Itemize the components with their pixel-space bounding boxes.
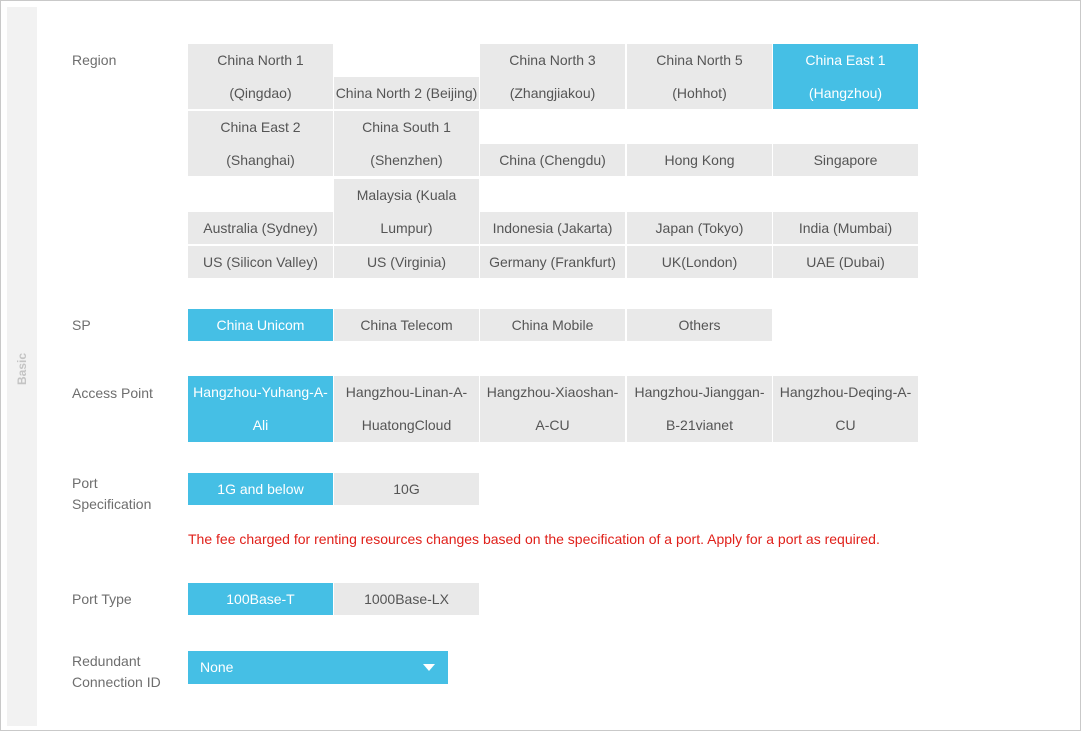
region-option[interactable]: Germany (Frankfurt)	[480, 246, 625, 278]
region-option[interactable]: Hong Kong	[627, 144, 772, 176]
region-option[interactable]: Japan (Tokyo)	[627, 212, 772, 244]
redundant-connection-value: None	[200, 659, 234, 675]
region-option-label: Indonesia (Jakarta)	[492, 219, 613, 236]
region-option-label: UAE (Dubai)	[806, 253, 885, 270]
region-option-label: UK(London)	[661, 253, 738, 270]
region-option[interactable]: China South 1 (Shenzhen)	[334, 111, 479, 176]
access-point-option-label: Hangzhou-Yuhang-A-	[193, 384, 328, 400]
region-option[interactable]: China North 5 (Hohhot)	[627, 44, 772, 109]
region-option-label: India (Mumbai)	[798, 219, 893, 236]
region-option[interactable]: China North 1 (Qingdao)	[188, 44, 333, 109]
access-point-option[interactable]: Hangzhou-Xiaoshan- A-CU	[480, 376, 625, 442]
region-option-label: (Hohhot)	[672, 84, 727, 101]
sp-option-label: China Telecom	[360, 316, 453, 333]
sp-option-label: Others	[678, 316, 721, 333]
section-tab-label: Basic	[15, 352, 29, 386]
region-option-label: Lumpur)	[380, 219, 433, 236]
port-fee-note: The fee charged for renting resources ch…	[188, 531, 880, 547]
region-option[interactable]: Singapore	[773, 144, 918, 176]
region-option-label: China East 1	[805, 51, 886, 68]
region-option[interactable]: India (Mumbai)	[773, 212, 918, 244]
access-point-option[interactable]: Hangzhou-Linan-A- HuatongCloud	[334, 376, 479, 442]
region-option-label: China East 2	[220, 118, 301, 135]
region-option-label: (Hangzhou)	[808, 84, 883, 101]
access-point-label: Access Point	[72, 385, 153, 401]
redundant-label-line2: Connection ID	[72, 674, 161, 690]
port-spec-option-label: 10G	[393, 480, 420, 497]
region-option-label: Germany (Frankfurt)	[489, 253, 616, 270]
region-option[interactable]: UAE (Dubai)	[773, 246, 918, 278]
sp-option[interactable]: China Telecom	[334, 309, 479, 341]
region-option-label: US (Silicon Valley)	[203, 253, 318, 270]
port-spec-label-line1: Port	[72, 475, 98, 491]
form-frame: Basic Region China North 1 (Qingdao) China…	[0, 0, 1081, 731]
sp-option-label: China Mobile	[511, 316, 594, 333]
region-option[interactable]: China North 3 (Zhangjiakou)	[480, 44, 625, 109]
redundant-connection-select[interactable]: None	[188, 651, 448, 684]
port-type-option-label: 1000Base-LX	[364, 590, 449, 607]
region-option[interactable]: China (Chengdu)	[480, 144, 625, 176]
access-point-option[interactable]: Hangzhou-Yuhang-A- Ali	[188, 376, 333, 442]
sp-option[interactable]: China Unicom	[188, 309, 333, 341]
region-option-label: Malaysia (Kuala	[356, 186, 457, 203]
region-option[interactable]: UK(London)	[627, 246, 772, 278]
redundant-label-line1: Redundant	[72, 653, 141, 669]
access-point-option-label: B-21vianet	[666, 417, 733, 433]
region-option-label: Australia (Sydney)	[203, 219, 318, 236]
access-point-option-label: Hangzhou-Xiaoshan-	[486, 384, 619, 400]
region-option-label: China (Chengdu)	[499, 151, 606, 168]
region-option-label: US (Virginia)	[366, 253, 447, 270]
access-point-option-label: A-CU	[535, 417, 570, 433]
region-option-label: (Shenzhen)	[370, 151, 443, 168]
access-point-option-label: Ali	[252, 417, 269, 433]
region-option[interactable]: China East 1 (Hangzhou)	[773, 44, 918, 109]
access-point-option-label: Hangzhou-Jianggan-	[634, 384, 765, 400]
port-type-option[interactable]: 1000Base-LX	[334, 583, 479, 615]
region-option[interactable]: Malaysia (Kuala Lumpur)	[334, 179, 479, 244]
region-label: Region	[72, 52, 117, 68]
region-option-label: China North 5	[656, 51, 743, 68]
region-option-label: (Zhangjiakou)	[509, 84, 596, 101]
port-spec-label-line2: Specification	[72, 496, 152, 512]
chevron-down-icon	[423, 664, 435, 671]
access-point-option-label: HuatongCloud	[361, 417, 452, 433]
port-spec-option[interactable]: 1G and below	[188, 473, 333, 505]
region-option[interactable]: China North 2 (Beijing)	[334, 77, 479, 109]
region-option-label: China North 3	[509, 51, 596, 68]
region-option[interactable]: US (Virginia)	[334, 246, 479, 278]
access-point-option-label: Hangzhou-Linan-A-	[345, 384, 468, 400]
access-point-option-label: CU	[835, 417, 856, 433]
access-point-option-label: Hangzhou-Deqing-A-	[779, 384, 912, 400]
region-option[interactable]: Indonesia (Jakarta)	[480, 212, 625, 244]
region-option-label: China South 1	[362, 118, 451, 135]
region-option-label: Singapore	[813, 151, 878, 168]
sp-option[interactable]: Others	[627, 309, 772, 341]
redundant-label: Redundant Connection ID	[72, 651, 161, 693]
access-point-option[interactable]: Hangzhou-Deqing-A- CU	[773, 376, 918, 442]
access-point-option[interactable]: Hangzhou-Jianggan- B-21vianet	[627, 376, 772, 442]
region-option-label: (Qingdao)	[229, 84, 292, 101]
port-type-option[interactable]: 100Base-T	[188, 583, 333, 615]
region-option-label: (Shanghai)	[226, 151, 295, 168]
region-option-label: Hong Kong	[664, 151, 735, 168]
sp-option[interactable]: China Mobile	[480, 309, 625, 341]
port-spec-option[interactable]: 10G	[334, 473, 479, 505]
region-option-label: Japan (Tokyo)	[655, 219, 744, 236]
region-option[interactable]: Australia (Sydney)	[188, 212, 333, 244]
sp-label: SP	[72, 317, 91, 333]
port-spec-option-label: 1G and below	[217, 480, 304, 497]
region-option[interactable]: China East 2 (Shanghai)	[188, 111, 333, 176]
port-type-label: Port Type	[72, 591, 132, 607]
sp-option-label: China Unicom	[216, 316, 305, 333]
port-type-option-label: 100Base-T	[226, 590, 295, 607]
region-option-label: China North 1	[217, 51, 304, 68]
region-option[interactable]: US (Silicon Valley)	[188, 246, 333, 278]
port-spec-label: Port Specification	[72, 473, 151, 515]
region-option-label: China North 2 (Beijing)	[335, 84, 478, 101]
